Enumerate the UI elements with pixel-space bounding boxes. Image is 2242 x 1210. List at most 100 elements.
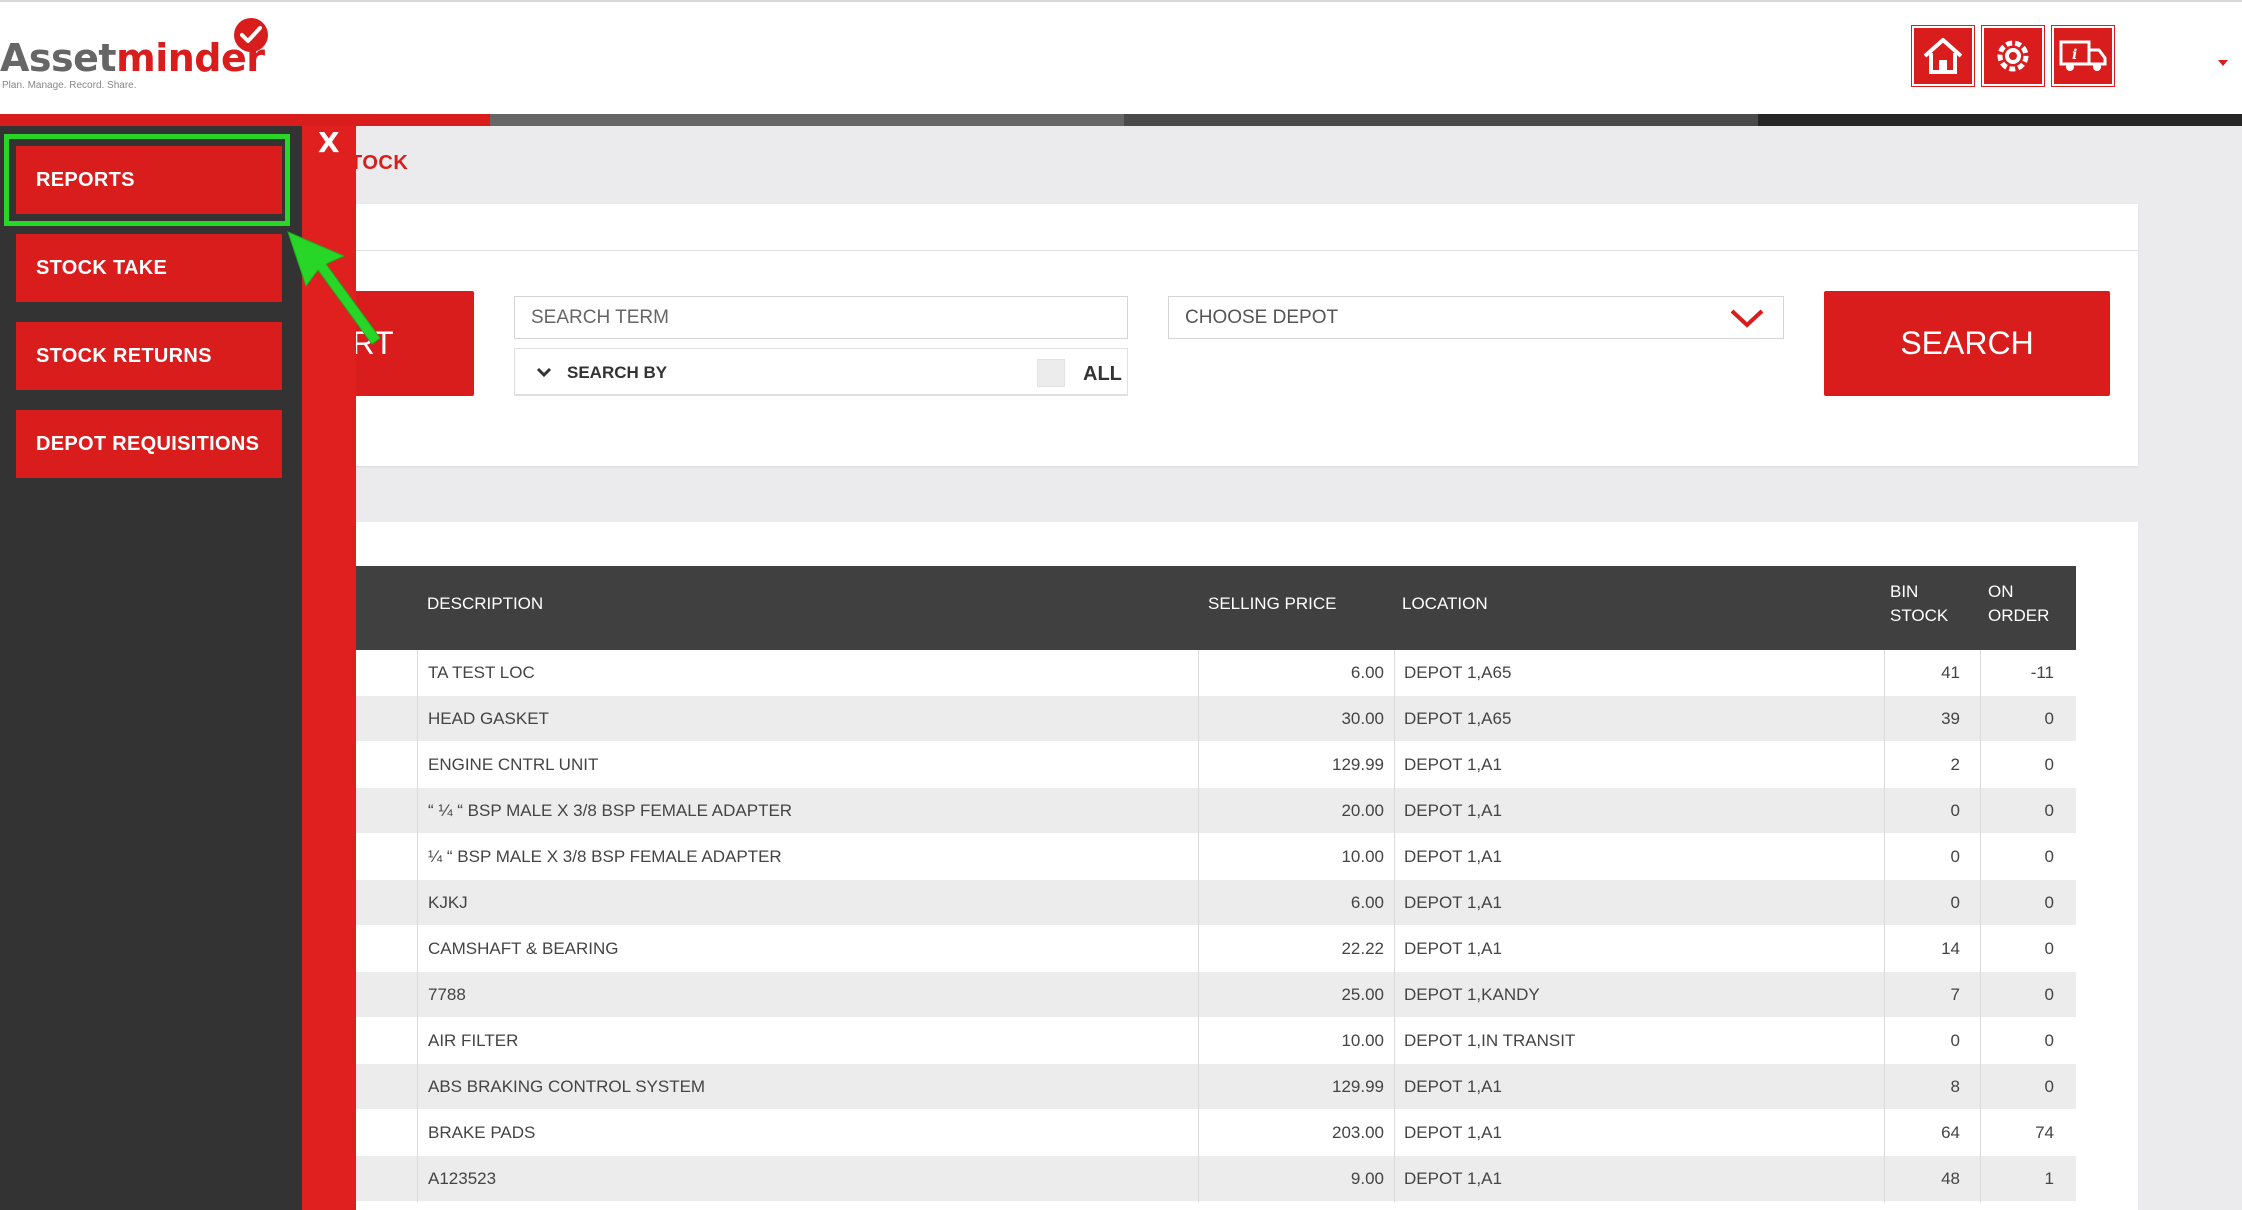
cell-on-order: 0: [2044, 1077, 2054, 1096]
cell-location: DEPOT 1,A1: [1404, 893, 1502, 912]
table-row[interactable]: HEAD GASKET 30.00 DEPOT 1,A65 39 0: [250, 696, 2076, 742]
cell-description: TA TEST LOC: [428, 663, 535, 682]
cell-location: DEPOT 1,A1: [1404, 847, 1502, 866]
cell-bin-stock: 8: [1950, 1077, 1960, 1096]
chevron-down-icon: [536, 367, 552, 378]
settings-button[interactable]: [1981, 25, 2045, 87]
delivery-truck-icon: i: [2059, 40, 2107, 71]
cell-on-order: 0: [2044, 847, 2054, 866]
table-row[interactable]: TA TEST LOC 6.00 DEPOT 1,A65 41 -11: [250, 650, 2076, 696]
search-by-dropdown[interactable]: SEARCH BY ALL: [514, 348, 1128, 396]
progress-strip: [0, 114, 2242, 126]
cell-location: DEPOT 1,A1: [1404, 939, 1502, 958]
cell-on-order: 0: [2044, 985, 2054, 1004]
cell-selling-price: 129.99: [1332, 1077, 1384, 1096]
cell-bin-stock: 7: [1950, 985, 1960, 1004]
logo-check-icon: [234, 18, 268, 52]
reports-highlight-box: [4, 134, 290, 226]
logo-wordmark: Assetminder: [0, 36, 265, 80]
delivery-button[interactable]: i: [2051, 25, 2115, 87]
table-row[interactable]: KJKJ 6.00 DEPOT 1,A1 0 0: [250, 880, 2076, 926]
table-header: DESCRIPTION SELLING PRICE LOCATION BIN ST…: [250, 566, 2076, 650]
cell-location: DEPOT 1,A1: [1404, 755, 1502, 774]
sidebar-item-stock-take[interactable]: STOCK TAKE: [16, 234, 282, 302]
cell-bin-stock: 48: [1941, 1169, 1960, 1188]
svg-text:i: i: [2072, 47, 2077, 63]
table-row[interactable]: “ ¼ “ BSP MALE X 3/8 BSP FEMALE ADAPTER 2…: [250, 788, 2076, 834]
cell-on-order: 74: [2035, 1123, 2054, 1142]
table-row[interactable]: ENGINE CNTRL UNIT 129.99 DEPOT 1,A1 2 0: [250, 742, 2076, 788]
table-row[interactable]: ¼ “ BSP MALE X 3/8 BSP FEMALE ADAPTER 10.…: [250, 834, 2076, 880]
all-label: ALL: [1083, 363, 1122, 385]
settings-gear-icon: [1997, 40, 2029, 72]
cell-bin-stock: 41: [1941, 663, 1960, 682]
cell-on-order: 1: [2044, 1169, 2054, 1188]
cell-selling-price: 10.00: [1341, 1031, 1384, 1050]
cell-bin-stock: 64: [1941, 1123, 1960, 1142]
chevron-down-icon: [1730, 309, 1764, 328]
choose-depot-select[interactable]: CHOOSE DEPOT: [1168, 296, 1784, 339]
sidebar-item-depot-requisitions[interactable]: DEPOT REQUISITIONS: [16, 410, 282, 478]
search-button[interactable]: SEARCH: [1824, 291, 2110, 396]
table-row[interactable]: BRAKE PADS 203.00 DEPOT 1,A1 64 74: [250, 1110, 2076, 1156]
cell-description: CAMSHAFT & BEARING: [428, 939, 619, 958]
cell-on-order: 0: [2044, 893, 2054, 912]
all-checkbox[interactable]: [1037, 359, 1065, 387]
cell-on-order: 0: [2044, 1031, 2054, 1050]
cell-on-order: -11: [2030, 663, 2054, 682]
cell-bin-stock: 14: [1941, 939, 1960, 958]
cell-on-order: 0: [2044, 939, 2054, 958]
col-description[interactable]: DESCRIPTION: [427, 592, 543, 616]
cell-selling-price: 25.00: [1341, 985, 1384, 1004]
home-button[interactable]: [1911, 25, 1975, 87]
cell-on-order: 0: [2044, 755, 2054, 774]
user-menu-caret-icon[interactable]: [2218, 60, 2228, 66]
table-row[interactable]: AIR FILTER 10.00 DEPOT 1,IN TRANSIT 0 0: [250, 1018, 2076, 1064]
logo-tagline: Plan. Manage. Record. Share.: [2, 80, 137, 91]
cell-description: A123523: [428, 1169, 497, 1188]
cell-description: 7788: [428, 985, 466, 1004]
cell-selling-price: 6.00: [1350, 663, 1384, 682]
table-body: TA TEST LOC 6.00 DEPOT 1,A65 41 -11 HEAD GASK…: [250, 650, 2076, 1202]
home-icon: [1923, 38, 1963, 74]
cell-location: DEPOT 1,KANDY: [1404, 985, 1540, 1004]
sidebar-item-stock-returns[interactable]: STOCK RETURNS: [16, 322, 282, 390]
cell-selling-price: 129.99: [1332, 755, 1384, 774]
col-location[interactable]: LOCATION: [1402, 592, 1488, 616]
app-header: Assetminder Plan. Manage. Record. Share.…: [0, 0, 2242, 114]
table-row[interactable]: ABS BRAKING CONTROL SYSTEM 129.99 DEPOT 1,…: [250, 1064, 2076, 1110]
cell-location: DEPOT 1,A1: [1404, 1077, 1502, 1096]
cell-bin-stock: 0: [1950, 893, 1960, 912]
cell-bin-stock: 39: [1941, 709, 1960, 728]
stock-table: DESCRIPTION SELLING PRICE LOCATION BIN ST…: [250, 566, 2076, 1202]
col-on-order[interactable]: ON ORDER: [1988, 580, 2049, 628]
cell-description: BRAKE PADS: [428, 1123, 536, 1142]
choose-depot-label: CHOOSE DEPOT: [1185, 307, 1339, 328]
page-title: TOCK: [350, 152, 409, 174]
cell-location: DEPOT 1,A1: [1404, 801, 1502, 820]
cell-selling-price: 9.00: [1350, 1169, 1384, 1188]
cell-on-order: 0: [2044, 709, 2054, 728]
cell-selling-price: 20.00: [1341, 801, 1384, 820]
search-term-input[interactable]: [514, 296, 1128, 339]
cell-selling-price: 30.00: [1341, 709, 1384, 728]
table-row[interactable]: CAMSHAFT & BEARING 22.22 DEPOT 1,A1 14 0: [250, 926, 2076, 972]
close-sidebar-button[interactable]: X: [318, 126, 340, 159]
col-bin-stock[interactable]: BIN STOCK: [1890, 580, 1948, 628]
cell-description: KJKJ: [428, 893, 468, 912]
cell-bin-stock: 0: [1950, 801, 1960, 820]
search-by-label: SEARCH BY: [567, 363, 668, 382]
cell-bin-stock: 2: [1950, 755, 1960, 774]
header-toolbar: i: [1911, 25, 2115, 87]
cell-description: ABS BRAKING CONTROL SYSTEM: [428, 1077, 706, 1096]
cell-description: “ ¼ “ BSP MALE X 3/8 BSP FEMALE ADAPTER: [428, 801, 793, 820]
cell-description: AIR FILTER: [428, 1031, 519, 1050]
cell-on-order: 0: [2044, 801, 2054, 820]
col-selling-price[interactable]: SELLING PRICE: [1208, 592, 1337, 616]
cell-bin-stock: 0: [1950, 847, 1960, 866]
cell-location: DEPOT 1,A65: [1404, 663, 1512, 682]
assetminder-logo[interactable]: Assetminder Plan. Manage. Record. Share.: [0, 18, 280, 94]
table-row[interactable]: A123523 9.00 DEPOT 1,A1 48 1: [250, 1156, 2076, 1202]
table-row[interactable]: 7788 25.00 DEPOT 1,KANDY 7 0: [250, 972, 2076, 1018]
cell-description: HEAD GASKET: [428, 709, 549, 728]
